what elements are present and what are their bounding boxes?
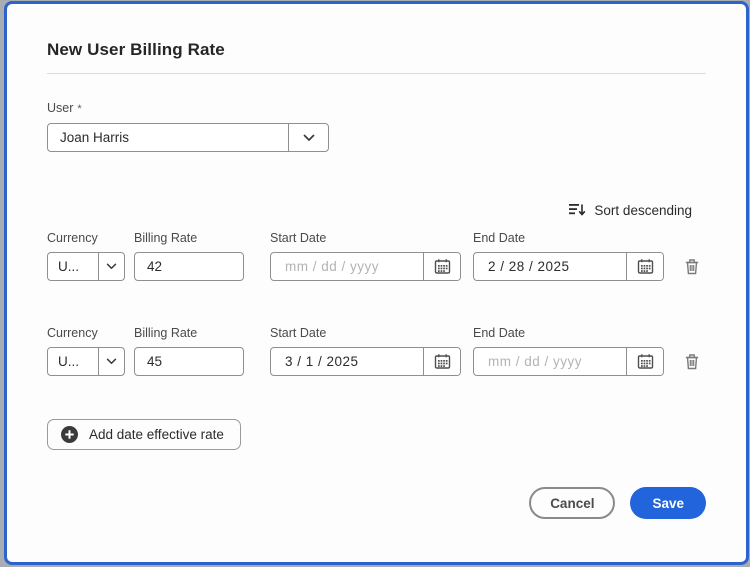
billing-rate-input[interactable] xyxy=(134,347,244,376)
end-date-label: End Date xyxy=(473,325,664,341)
user-field-section: User* Joan Harris xyxy=(47,100,706,152)
dialog-title: New User Billing Rate xyxy=(47,40,706,60)
user-label: User* xyxy=(47,100,706,117)
calendar-icon xyxy=(434,353,451,370)
sort-descending-label: Sort descending xyxy=(594,203,692,218)
currency-chevron-button[interactable] xyxy=(98,348,124,375)
end-date-field xyxy=(473,347,664,376)
user-combobox-value: Joan Harris xyxy=(48,124,288,151)
user-combobox-chevron-button[interactable] xyxy=(288,124,328,151)
currency-chevron-button[interactable] xyxy=(98,253,124,280)
required-asterisk: * xyxy=(77,103,81,115)
currency-value: U... xyxy=(48,253,98,280)
billing-rate-label: Billing Rate xyxy=(134,230,244,246)
currency-select[interactable]: U... xyxy=(47,347,125,376)
calendar-button[interactable] xyxy=(626,253,663,280)
currency-label: Currency xyxy=(47,230,125,246)
chevron-down-icon xyxy=(303,134,315,142)
calendar-icon xyxy=(637,353,654,370)
trash-icon xyxy=(683,352,701,371)
rate-row: Currency U... Billing Rate Start Date xyxy=(47,325,706,376)
add-rate-label: Add date effective rate xyxy=(89,427,224,442)
delete-row-button[interactable] xyxy=(683,347,701,376)
trash-icon xyxy=(683,257,701,276)
sort-descending-button[interactable]: Sort descending xyxy=(47,202,706,218)
end-date-label: End Date xyxy=(473,230,664,246)
end-date-field xyxy=(473,252,664,281)
start-date-input[interactable] xyxy=(271,253,423,280)
billing-rate-input[interactable] xyxy=(134,252,244,281)
billing-rate-label: Billing Rate xyxy=(134,325,244,341)
chevron-down-icon xyxy=(106,358,117,365)
end-date-input[interactable] xyxy=(474,348,626,375)
calendar-button[interactable] xyxy=(423,348,460,375)
currency-label: Currency xyxy=(47,325,125,341)
save-button[interactable]: Save xyxy=(630,487,706,519)
calendar-button[interactable] xyxy=(423,253,460,280)
start-date-label: Start Date xyxy=(270,230,461,246)
chevron-down-icon xyxy=(106,263,117,270)
plus-circle-icon xyxy=(60,425,79,444)
calendar-icon xyxy=(637,258,654,275)
currency-value: U... xyxy=(48,348,98,375)
start-date-field xyxy=(270,252,461,281)
cancel-button[interactable]: Cancel xyxy=(529,487,615,519)
title-divider xyxy=(47,73,706,74)
sort-descending-icon xyxy=(568,202,586,218)
start-date-label: Start Date xyxy=(270,325,461,341)
end-date-input[interactable] xyxy=(474,253,626,280)
calendar-button[interactable] xyxy=(626,348,663,375)
add-rate-button[interactable]: Add date effective rate xyxy=(47,419,241,450)
dialog-footer: Cancel Save xyxy=(47,487,706,519)
start-date-field xyxy=(270,347,461,376)
billing-rate-dialog: New User Billing Rate User* Joan Harris … xyxy=(4,1,749,565)
start-date-input[interactable] xyxy=(271,348,423,375)
currency-select[interactable]: U... xyxy=(47,252,125,281)
calendar-icon xyxy=(434,258,451,275)
user-combobox[interactable]: Joan Harris xyxy=(47,123,329,152)
rate-row: Currency U... Billing Rate Start Date xyxy=(47,230,706,281)
delete-row-button[interactable] xyxy=(683,252,701,281)
